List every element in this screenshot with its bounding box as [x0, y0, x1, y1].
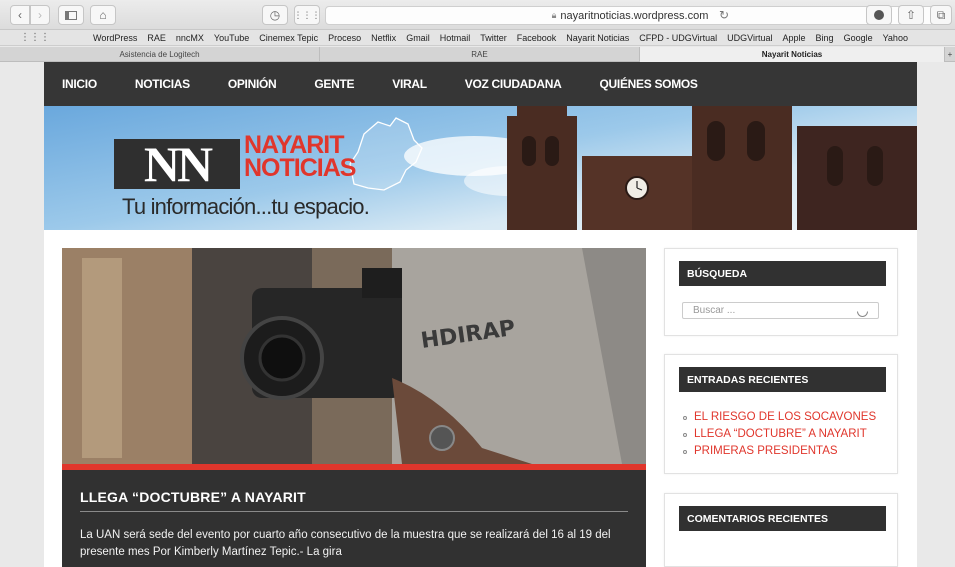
- forward-button[interactable]: ›: [30, 5, 50, 25]
- bookmark-item[interactable]: Cinemex Tepic: [254, 33, 323, 43]
- new-tab-button[interactable]: +: [945, 47, 955, 62]
- downloads-button[interactable]: [866, 5, 892, 25]
- search-placeholder: Buscar ...: [693, 305, 736, 316]
- back-button[interactable]: ‹: [10, 5, 30, 25]
- grid-icon: ⋮⋮⋮: [293, 9, 321, 20]
- nav-item-opinion[interactable]: OPINIÓN: [228, 77, 277, 91]
- list-item[interactable]: EL RIESGO DE LOS SOCAVONES: [683, 409, 876, 426]
- lock-icon: 🔒︎: [551, 10, 557, 20]
- bookmarks-grid-icon[interactable]: ⋮⋮⋮: [20, 32, 50, 43]
- nav-item-voz-ciudadana[interactable]: VOZ CIUDADANA: [465, 77, 562, 91]
- recent-posts-widget: ENTRADAS RECIENTES EL RIESGO DE LOS SOCA…: [664, 354, 898, 474]
- search-widget: BÚSQUEDA Buscar ...: [664, 248, 898, 336]
- bullet-icon: [683, 449, 687, 454]
- bookmark-item[interactable]: UDGVirtual: [722, 33, 777, 43]
- top-sites-button[interactable]: ⋮⋮⋮: [293, 5, 321, 25]
- tab-nayarit-noticias[interactable]: Nayarit Noticias: [640, 47, 945, 62]
- header-banner[interactable]: NN NAYARIT NOTICIAS Tu información...tu …: [44, 106, 917, 230]
- widget-title: ENTRADAS RECIENTES: [679, 367, 886, 392]
- main-nav: INICIO NOTICIAS OPINIÓN GENTE VIRAL VOZ …: [44, 62, 917, 106]
- site-tagline: Tu información...tu espacio.: [122, 194, 370, 219]
- bullet-icon: [683, 432, 687, 437]
- download-icon: [874, 10, 884, 20]
- recent-posts-list: EL RIESGO DE LOS SOCAVONES LLEGA “DOCTUB…: [683, 409, 876, 460]
- tabs-icon: ⧉: [936, 7, 946, 22]
- bookmark-item[interactable]: WordPress: [88, 33, 142, 43]
- bookmark-item[interactable]: Gmail: [401, 33, 435, 43]
- nav-item-noticias[interactable]: NOTICIAS: [135, 77, 190, 91]
- bookmark-item[interactable]: Twitter: [475, 33, 512, 43]
- camera-operator-photo: HDIRAP: [62, 248, 646, 464]
- bookmark-item[interactable]: Apple: [778, 33, 811, 43]
- bookmark-item[interactable]: Nayarit Noticias: [561, 33, 634, 43]
- widget-title: BÚSQUEDA: [679, 261, 886, 286]
- sidebar-toggle-button[interactable]: [58, 5, 84, 25]
- accent-bar: [62, 464, 646, 470]
- featured-post[interactable]: HDIRAP LLEGA “DOCTUBRE” A NAYARIT La UAN…: [62, 248, 646, 567]
- post-title[interactable]: LLEGA “DOCTUBRE” A NAYARIT: [80, 489, 306, 505]
- recent-comments-widget: COMENTARIOS RECIENTES: [664, 493, 898, 567]
- bookmark-item[interactable]: nncMX: [171, 33, 209, 43]
- home-button[interactable]: ⌂: [90, 5, 116, 25]
- bookmark-item[interactable]: CFPD - UDGVirtual: [634, 33, 722, 43]
- logo-name: NAYARIT NOTICIAS: [244, 133, 356, 182]
- bookmark-item[interactable]: Google: [839, 33, 878, 43]
- address-bar[interactable]: 🔒︎ nayaritnoticias.wordpress.com ↻: [325, 6, 935, 25]
- nayarit-map-outline: [349, 117, 423, 191]
- sidebar-icon: [65, 10, 77, 20]
- bookmark-item[interactable]: RAE: [142, 33, 171, 43]
- nav-item-quienes-somos[interactable]: QUIÉNES SOMOS: [600, 77, 698, 91]
- share-button[interactable]: ⇧: [898, 5, 924, 25]
- widget-title: COMENTARIOS RECIENTES: [679, 506, 886, 531]
- bookmark-item[interactable]: Yahoo: [878, 33, 913, 43]
- tabs-overview-button[interactable]: ⧉: [930, 5, 952, 25]
- bookmark-item[interactable]: Proceso: [323, 33, 366, 43]
- logo-initials: NN: [114, 139, 240, 189]
- browser-toolbar: ‹ › ⌂ ◷ ⋮⋮⋮ 🔒︎ nayaritnoticias.wordpress…: [0, 0, 955, 30]
- list-item[interactable]: LLEGA “DOCTUBRE” A NAYARIT: [683, 426, 876, 443]
- bookmark-item[interactable]: Bing: [811, 33, 839, 43]
- bookmark-item[interactable]: Hotmail: [435, 33, 476, 43]
- bullet-icon: [683, 415, 687, 420]
- nav-item-gente[interactable]: GENTE: [314, 77, 354, 91]
- bookmark-item[interactable]: YouTube: [209, 33, 254, 43]
- search-icon[interactable]: [857, 311, 868, 317]
- logo-line2: NOTICIAS: [244, 154, 356, 182]
- web-page: INICIO NOTICIAS OPINIÓN GENTE VIRAL VOZ …: [44, 62, 917, 567]
- post-excerpt: La UAN será sede del evento por cuarto a…: [80, 529, 611, 558]
- reload-icon[interactable]: ↻: [719, 8, 729, 22]
- nav-item-inicio[interactable]: INICIO: [62, 77, 97, 91]
- recent-post-link[interactable]: PRIMERAS PRESIDENTAS: [694, 443, 838, 460]
- featured-image[interactable]: HDIRAP: [62, 248, 646, 464]
- bookmark-item[interactable]: Facebook: [512, 33, 562, 43]
- tab-logitech[interactable]: Asistencia de Logitech: [0, 47, 320, 62]
- home-icon: ⌂: [99, 8, 107, 22]
- nav-item-viral[interactable]: VIRAL: [392, 77, 427, 91]
- bookmark-item[interactable]: Netflix: [366, 33, 401, 43]
- tab-bar: Asistencia de Logitech RAE Nayarit Notic…: [0, 47, 955, 62]
- tab-rae[interactable]: RAE: [320, 47, 640, 62]
- bookmarks-bar: ⋮⋮⋮ WordPress RAE nncMX YouTube Cinemex …: [0, 30, 955, 46]
- share-icon: ⇧: [905, 8, 917, 22]
- list-item[interactable]: PRIMERAS PRESIDENTAS: [683, 443, 876, 460]
- recent-post-link[interactable]: EL RIESGO DE LOS SOCAVONES: [694, 409, 876, 426]
- clock-icon: ◷: [269, 8, 281, 22]
- recent-post-link[interactable]: LLEGA “DOCTUBRE” A NAYARIT: [694, 426, 867, 443]
- history-button[interactable]: ◷: [262, 5, 288, 25]
- cathedral-illustration: [507, 106, 917, 230]
- address-text: nayaritnoticias.wordpress.com: [560, 9, 709, 22]
- search-input[interactable]: Buscar ...: [682, 302, 879, 319]
- title-divider: [80, 511, 628, 512]
